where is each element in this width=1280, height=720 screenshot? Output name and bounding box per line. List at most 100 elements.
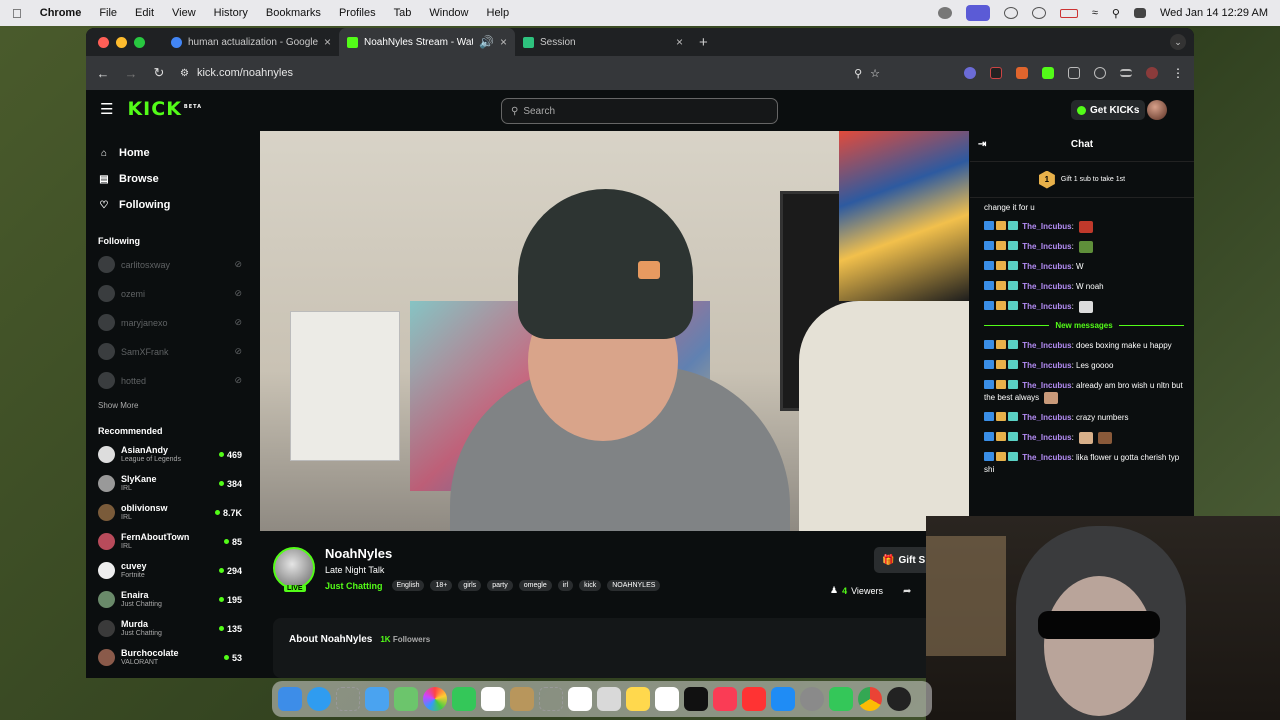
following-channel[interactable]: SamXFrank ⊘ — [98, 337, 256, 366]
chat-username[interactable]: The_Incubus — [1022, 413, 1071, 422]
extension-icon-2[interactable] — [990, 67, 1002, 79]
recommended-channel[interactable]: AsianAndy League of Legends 469 — [98, 440, 256, 469]
tab-session[interactable]: Session × — [515, 28, 691, 56]
status-icon-app[interactable] — [937, 7, 952, 19]
tag[interactable]: English — [391, 580, 425, 591]
news-icon[interactable] — [742, 687, 766, 711]
recommended-channel[interactable]: cuvey Fortnite 294 — [98, 556, 256, 585]
new-tab-button[interactable]: + — [699, 34, 708, 51]
kick-logo[interactable]: KICK BETA — [127, 98, 202, 120]
search-input[interactable]: ⚲ Search — [501, 98, 778, 124]
unknown-app-icon[interactable] — [336, 687, 360, 711]
extension-icon-1[interactable] — [964, 67, 976, 79]
share-icon[interactable]: ➦ — [903, 586, 911, 597]
menu-view[interactable]: View — [172, 7, 196, 19]
recommended-channel[interactable]: Burchocolate VALORANT 53 — [98, 643, 256, 672]
chat-username[interactable]: The_Incubus — [1022, 242, 1071, 251]
chat-username[interactable]: The_Incubus — [1022, 361, 1071, 370]
gift-subs-button[interactable]: 🎁 Gift S — [874, 547, 934, 573]
show-more-link[interactable]: Show More — [98, 401, 256, 410]
chat-username[interactable]: The_Incubus — [1022, 433, 1071, 442]
contacts-icon[interactable] — [510, 687, 534, 711]
extension-icon-4[interactable] — [1042, 67, 1054, 79]
collapse-chat-icon[interactable]: ⇥ — [978, 139, 986, 150]
app-store-icon[interactable] — [771, 687, 795, 711]
airplay-icon[interactable] — [1031, 7, 1046, 19]
following-channel[interactable]: hotted ⊘ — [98, 366, 256, 395]
chat-username[interactable]: The_Incubus — [1022, 341, 1071, 350]
back-arrow-icon[interactable]: ← — [96, 66, 110, 81]
profile-avatar-icon[interactable] — [1146, 67, 1158, 79]
play-icon[interactable] — [1003, 7, 1018, 19]
bookmark-star-icon[interactable]: ☆ — [870, 67, 880, 80]
video-player[interactable] — [260, 131, 969, 531]
safari-icon[interactable] — [307, 687, 331, 711]
close-tab-icon[interactable]: × — [324, 35, 331, 49]
menu-window[interactable]: Window — [429, 7, 468, 19]
tag[interactable]: irl — [557, 580, 574, 591]
user-avatar[interactable] — [1147, 100, 1167, 120]
recommended-channel[interactable]: FernAboutTown IRL 85 — [98, 527, 256, 556]
sidebar-item-home[interactable]: ⌂ Home — [98, 140, 256, 166]
zoom-icon[interactable]: ⚲ — [854, 67, 862, 80]
apple-menu-icon[interactable]:  — [12, 6, 22, 21]
tab-kick-stream[interactable]: NoahNyles Stream - Watc 🔊 × — [339, 28, 515, 56]
recommended-channel[interactable]: Murda Just Chatting 135 — [98, 614, 256, 643]
tab-google-search[interactable]: human actualization - Google × — [163, 28, 339, 56]
music-icon[interactable] — [713, 687, 737, 711]
close-tab-icon[interactable]: × — [500, 35, 507, 49]
menu-bookmarks[interactable]: Bookmarks — [266, 7, 321, 19]
following-channel[interactable]: carlitosxway ⊘ — [98, 250, 256, 279]
get-kicks-button[interactable]: Get KICKs — [1071, 100, 1146, 120]
apple-tv-icon[interactable] — [684, 687, 708, 711]
chatgpt-icon[interactable] — [887, 687, 911, 711]
chrome-menu-icon[interactable]: ⋮ — [1172, 66, 1184, 80]
address-bar[interactable]: ⚙ kick.com/noahnyles ⚲ ☆ — [180, 61, 880, 85]
minimize-window-button[interactable] — [116, 36, 127, 48]
freeform-icon[interactable] — [655, 687, 679, 711]
reminders-icon[interactable] — [568, 687, 592, 711]
gift-leaderboard-bar[interactable]: 1 Gift 1 sub to take 1st — [970, 162, 1194, 198]
screen-recording-icon[interactable] — [965, 5, 990, 21]
audio-playing-icon[interactable]: 🔊 — [479, 35, 494, 49]
facetime-icon[interactable] — [452, 687, 476, 711]
following-channel[interactable]: ozemi ⊘ — [98, 279, 256, 308]
hamburger-menu-icon[interactable]: ☰ — [100, 100, 113, 118]
photos-icon[interactable] — [423, 687, 447, 711]
menu-history[interactable]: History — [214, 7, 248, 19]
chat-username[interactable]: The_Incubus — [1022, 302, 1071, 311]
streamer-avatar[interactable] — [273, 547, 315, 589]
chat-username[interactable]: The_Incubus — [1022, 282, 1071, 291]
finder-icon[interactable] — [278, 687, 302, 711]
recommended-channel[interactable]: oblivionsw IRL 8.7K — [98, 498, 256, 527]
mail-icon[interactable] — [365, 687, 389, 711]
spotlight-search-icon[interactable]: ⚲ — [1112, 7, 1120, 20]
calendar-icon[interactable] — [481, 687, 505, 711]
tag[interactable]: kick — [579, 580, 602, 591]
menu-profiles[interactable]: Profiles — [339, 7, 376, 19]
battery-icon[interactable] — [1059, 8, 1078, 18]
recommended-channel[interactable]: SlyKane IRL 384 — [98, 469, 256, 498]
chat-username[interactable]: The_Incubus — [1022, 222, 1071, 231]
tag[interactable]: party — [487, 580, 513, 591]
stream-category[interactable]: Just Chatting — [325, 581, 383, 591]
messages-icon[interactable] — [829, 687, 853, 711]
chat-username[interactable]: The_Incubus — [1022, 381, 1071, 390]
wifi-icon[interactable]: ≈ — [1092, 7, 1098, 19]
tag[interactable]: 18+ — [430, 580, 453, 591]
menu-file[interactable]: File — [99, 7, 117, 19]
reading-list-icon[interactable] — [1120, 69, 1132, 77]
extension-icon-3[interactable] — [1016, 67, 1028, 79]
maps-icon[interactable] — [394, 687, 418, 711]
sidebar-item-browse[interactable]: ▤ Browse — [98, 166, 256, 192]
menu-tab[interactable]: Tab — [394, 7, 412, 19]
menu-bar-clock[interactable]: Wed Jan 14 12:29 AM — [1160, 7, 1268, 19]
close-window-button[interactable] — [98, 36, 109, 48]
extensions-puzzle-icon[interactable] — [1068, 67, 1080, 79]
chat-username[interactable]: The_Incubus — [1022, 453, 1071, 462]
zoom-window-button[interactable] — [134, 36, 145, 48]
recommended-channel[interactable]: Enaira Just Chatting 195 — [98, 585, 256, 614]
tab-search-dropdown-icon[interactable]: ⌄ — [1170, 34, 1186, 50]
close-tab-icon[interactable]: × — [676, 35, 683, 49]
unknown-app-icon-2[interactable] — [539, 687, 563, 711]
